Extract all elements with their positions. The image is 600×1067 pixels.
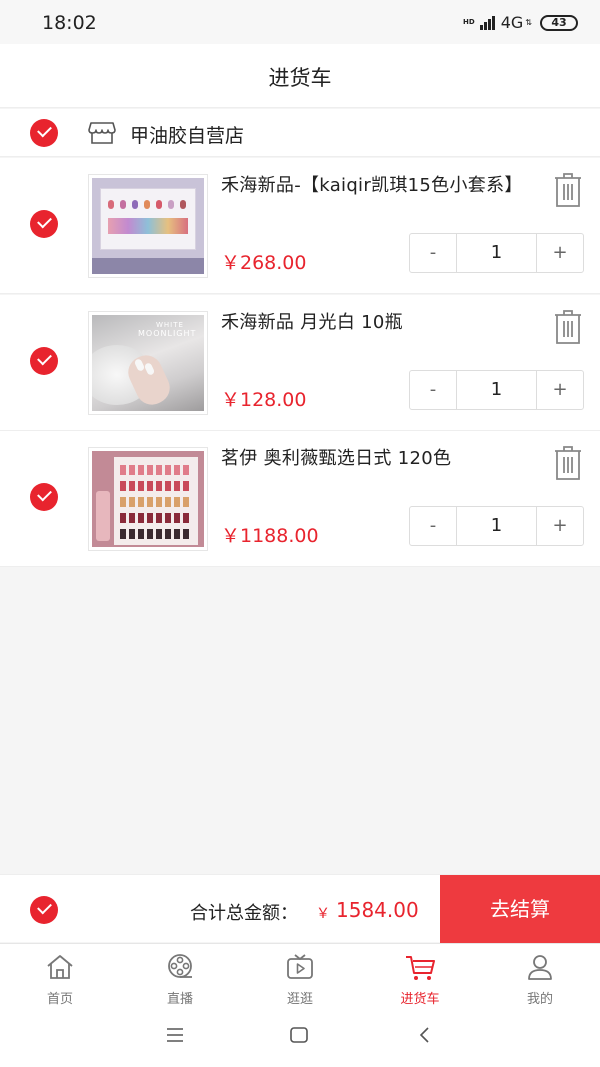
status-indicators: HD 4G ⇅ 43	[463, 13, 578, 32]
user-icon	[528, 955, 552, 980]
increase-button[interactable]: +	[537, 507, 583, 545]
total-label: 合计总金额：	[190, 903, 298, 924]
quantity-value[interactable]: 1	[456, 507, 537, 545]
item-price: ￥1188.00	[221, 525, 319, 547]
cart-item: 茗伊 奥利薇甄选日式 120色 ￥1188.00 - 1 +	[0, 431, 600, 567]
moonlight-text: MOONLIGHT	[138, 329, 197, 338]
decrease-button[interactable]: -	[410, 371, 456, 409]
product-image[interactable]: WHITE MOONLIGHT	[88, 311, 208, 415]
home-square-icon[interactable]	[289, 1027, 309, 1043]
tab-profile[interactable]: 我的	[480, 944, 600, 1007]
item-title[interactable]: 禾海新品-【kaiqir凯琪15色小套系】	[221, 172, 531, 199]
moonlight-small-text: WHITE	[156, 321, 184, 329]
system-nav-bar	[0, 1005, 600, 1067]
cart-icon	[406, 956, 435, 980]
item-select-checkbox[interactable]	[30, 347, 58, 375]
store-select-checkbox[interactable]	[30, 119, 58, 147]
cart-item: WHITE MOONLIGHT 禾海新品 月光白 10瓶 ￥128.00 - 1…	[0, 295, 600, 431]
quantity-stepper: - 1 +	[409, 370, 584, 410]
trash-icon[interactable]	[553, 445, 583, 481]
select-all-checkbox[interactable]	[30, 896, 58, 924]
status-bar: 18:02 HD 4G ⇅ 43	[0, 0, 600, 44]
item-title[interactable]: 禾海新品 月光白 10瓶	[221, 309, 531, 336]
item-price: ￥268.00	[221, 252, 307, 274]
decrease-button[interactable]: -	[410, 234, 456, 272]
item-price: ￥128.00	[221, 389, 307, 411]
decrease-button[interactable]: -	[410, 507, 456, 545]
product-image[interactable]	[88, 174, 208, 278]
increase-button[interactable]: +	[537, 234, 583, 272]
tv-play-icon	[287, 954, 313, 979]
increase-button[interactable]: +	[537, 371, 583, 409]
store-row: 甲油胶自营店	[0, 109, 600, 157]
quantity-stepper: - 1 +	[409, 506, 584, 546]
item-title[interactable]: 茗伊 奥利薇甄选日式 120色	[221, 445, 531, 472]
tab-bar: 首页 直播 逛逛 进货车 我的	[0, 943, 600, 1007]
film-reel-icon	[168, 954, 192, 978]
menu-icon[interactable]	[165, 1027, 185, 1043]
back-icon[interactable]	[417, 1027, 433, 1043]
item-select-checkbox[interactable]	[30, 210, 58, 238]
store-icon	[88, 122, 116, 144]
home-icon	[47, 955, 73, 979]
store-name[interactable]: 甲油胶自营店	[130, 121, 244, 148]
checkout-bar: 合计总金额： ￥ 1584.00 去结算	[0, 874, 600, 943]
total-amount: 1584.00	[336, 898, 419, 922]
total-currency: ￥	[316, 906, 330, 922]
checkout-button[interactable]: 去结算	[440, 875, 600, 943]
quantity-stepper: - 1 +	[409, 233, 584, 273]
item-select-checkbox[interactable]	[30, 483, 58, 511]
tab-cart[interactable]: 进货车	[360, 944, 480, 1007]
tab-browse[interactable]: 逛逛	[240, 944, 360, 1007]
product-image[interactable]	[88, 447, 208, 551]
page-title: 进货车	[268, 66, 332, 90]
header: 进货车	[0, 44, 600, 108]
trash-icon[interactable]	[553, 172, 583, 208]
data-arrows-icon: ⇅	[525, 18, 532, 27]
tab-home[interactable]: 首页	[0, 944, 120, 1007]
quantity-value[interactable]: 1	[456, 371, 537, 409]
cart-item: 禾海新品-【kaiqir凯琪15色小套系】 ￥268.00 - 1 +	[0, 158, 600, 294]
network-type: 4G	[500, 13, 524, 32]
status-time: 18:02	[42, 12, 97, 34]
signal-icon	[479, 15, 495, 30]
tab-live[interactable]: 直播	[120, 944, 240, 1007]
battery-icon: 43	[540, 14, 578, 31]
trash-icon[interactable]	[553, 309, 583, 345]
quantity-value[interactable]: 1	[456, 234, 537, 272]
hd-indicator: HD	[463, 18, 475, 26]
